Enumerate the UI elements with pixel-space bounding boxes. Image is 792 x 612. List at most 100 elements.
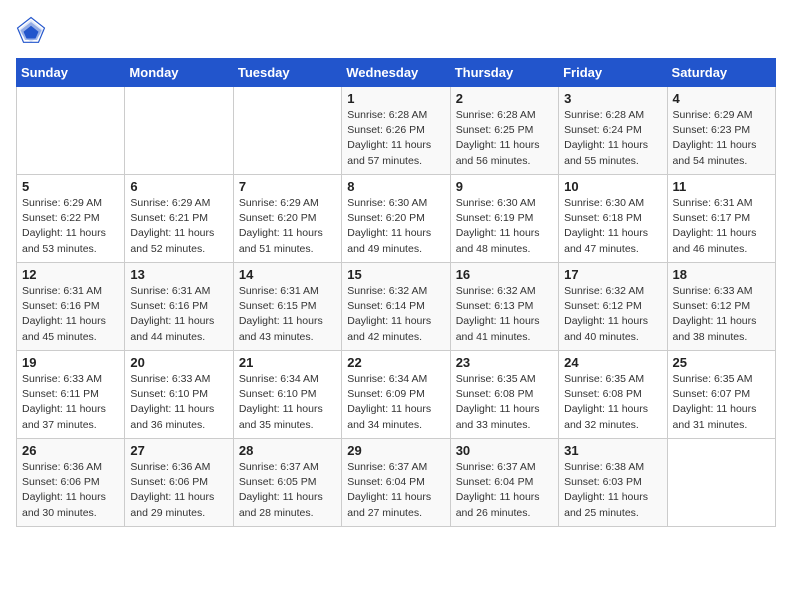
- cell-info: Sunrise: 6:38 AM Sunset: 6:03 PM Dayligh…: [564, 460, 661, 521]
- calendar-table: SundayMondayTuesdayWednesdayThursdayFrid…: [16, 58, 776, 527]
- calendar-header-row: SundayMondayTuesdayWednesdayThursdayFrid…: [17, 59, 776, 87]
- calendar-cell: 20 Sunrise: 6:33 AM Sunset: 6:10 PM Dayli…: [125, 351, 233, 439]
- calendar-cell: 8 Sunrise: 6:30 AM Sunset: 6:20 PM Daylig…: [342, 175, 450, 263]
- cell-info: Sunrise: 6:30 AM Sunset: 6:19 PM Dayligh…: [456, 196, 553, 257]
- col-header-tuesday: Tuesday: [233, 59, 341, 87]
- col-header-wednesday: Wednesday: [342, 59, 450, 87]
- cell-info: Sunrise: 6:31 AM Sunset: 6:16 PM Dayligh…: [22, 284, 119, 345]
- calendar-cell: [125, 87, 233, 175]
- day-number: 7: [239, 179, 336, 194]
- cell-info: Sunrise: 6:31 AM Sunset: 6:15 PM Dayligh…: [239, 284, 336, 345]
- day-number: 5: [22, 179, 119, 194]
- cell-info: Sunrise: 6:37 AM Sunset: 6:05 PM Dayligh…: [239, 460, 336, 521]
- calendar-cell: [17, 87, 125, 175]
- calendar-cell: 23 Sunrise: 6:35 AM Sunset: 6:08 PM Dayli…: [450, 351, 558, 439]
- day-number: 15: [347, 267, 444, 282]
- calendar-cell: 4 Sunrise: 6:29 AM Sunset: 6:23 PM Daylig…: [667, 87, 775, 175]
- day-number: 14: [239, 267, 336, 282]
- day-number: 27: [130, 443, 227, 458]
- col-header-saturday: Saturday: [667, 59, 775, 87]
- day-number: 24: [564, 355, 661, 370]
- cell-info: Sunrise: 6:30 AM Sunset: 6:18 PM Dayligh…: [564, 196, 661, 257]
- day-number: 4: [673, 91, 770, 106]
- calendar-cell: 27 Sunrise: 6:36 AM Sunset: 6:06 PM Dayli…: [125, 439, 233, 527]
- calendar-cell: [667, 439, 775, 527]
- day-number: 12: [22, 267, 119, 282]
- calendar-cell: 29Sunrise: 6:37 AM Sunset: 6:04 PM Dayli…: [342, 439, 450, 527]
- week-row-5: 26 Sunrise: 6:36 AM Sunset: 6:06 PM Dayli…: [17, 439, 776, 527]
- col-header-friday: Friday: [559, 59, 667, 87]
- day-number: 31: [564, 443, 661, 458]
- cell-info: Sunrise: 6:29 AM Sunset: 6:23 PM Dayligh…: [673, 108, 770, 169]
- calendar-cell: 14 Sunrise: 6:31 AM Sunset: 6:15 PM Dayli…: [233, 263, 341, 351]
- cell-info: Sunrise: 6:29 AM Sunset: 6:21 PM Dayligh…: [130, 196, 227, 257]
- calendar-cell: 2 Sunrise: 6:28 AM Sunset: 6:25 PM Daylig…: [450, 87, 558, 175]
- calendar-cell: 17Sunrise: 6:32 AM Sunset: 6:12 PM Dayli…: [559, 263, 667, 351]
- cell-info: Sunrise: 6:31 AM Sunset: 6:16 PM Dayligh…: [130, 284, 227, 345]
- cell-info: Sunrise: 6:33 AM Sunset: 6:10 PM Dayligh…: [130, 372, 227, 433]
- day-number: 3: [564, 91, 661, 106]
- cell-info: Sunrise: 6:37 AM Sunset: 6:04 PM Dayligh…: [347, 460, 444, 521]
- calendar-cell: 1 Sunrise: 6:28 AM Sunset: 6:26 PM Daylig…: [342, 87, 450, 175]
- cell-info: Sunrise: 6:36 AM Sunset: 6:06 PM Dayligh…: [130, 460, 227, 521]
- col-header-thursday: Thursday: [450, 59, 558, 87]
- cell-info: Sunrise: 6:34 AM Sunset: 6:10 PM Dayligh…: [239, 372, 336, 433]
- logo-icon: [16, 16, 46, 46]
- cell-info: Sunrise: 6:35 AM Sunset: 6:07 PM Dayligh…: [673, 372, 770, 433]
- calendar-cell: 6 Sunrise: 6:29 AM Sunset: 6:21 PM Daylig…: [125, 175, 233, 263]
- day-number: 11: [673, 179, 770, 194]
- week-row-4: 19Sunrise: 6:33 AM Sunset: 6:11 PM Dayli…: [17, 351, 776, 439]
- calendar-cell: 18 Sunrise: 6:33 AM Sunset: 6:12 PM Dayli…: [667, 263, 775, 351]
- day-number: 28: [239, 443, 336, 458]
- calendar-cell: 21 Sunrise: 6:34 AM Sunset: 6:10 PM Dayli…: [233, 351, 341, 439]
- page-header: [16, 16, 776, 46]
- calendar-cell: 13 Sunrise: 6:31 AM Sunset: 6:16 PM Dayli…: [125, 263, 233, 351]
- cell-info: Sunrise: 6:37 AM Sunset: 6:04 PM Dayligh…: [456, 460, 553, 521]
- cell-info: Sunrise: 6:29 AM Sunset: 6:22 PM Dayligh…: [22, 196, 119, 257]
- day-number: 13: [130, 267, 227, 282]
- cell-info: Sunrise: 6:28 AM Sunset: 6:24 PM Dayligh…: [564, 108, 661, 169]
- calendar-cell: 24 Sunrise: 6:35 AM Sunset: 6:08 PM Dayli…: [559, 351, 667, 439]
- week-row-1: 1 Sunrise: 6:28 AM Sunset: 6:26 PM Daylig…: [17, 87, 776, 175]
- calendar-cell: 12 Sunrise: 6:31 AM Sunset: 6:16 PM Dayli…: [17, 263, 125, 351]
- day-number: 20: [130, 355, 227, 370]
- calendar-cell: 5 Sunrise: 6:29 AM Sunset: 6:22 PM Daylig…: [17, 175, 125, 263]
- day-number: 23: [456, 355, 553, 370]
- col-header-monday: Monday: [125, 59, 233, 87]
- day-number: 18: [673, 267, 770, 282]
- cell-info: Sunrise: 6:36 AM Sunset: 6:06 PM Dayligh…: [22, 460, 119, 521]
- day-number: 21: [239, 355, 336, 370]
- cell-info: Sunrise: 6:30 AM Sunset: 6:20 PM Dayligh…: [347, 196, 444, 257]
- day-number: 22: [347, 355, 444, 370]
- day-number: 6: [130, 179, 227, 194]
- day-number: 30: [456, 443, 553, 458]
- calendar-cell: 22Sunrise: 6:34 AM Sunset: 6:09 PM Dayli…: [342, 351, 450, 439]
- calendar-cell: 31 Sunrise: 6:38 AM Sunset: 6:03 PM Dayli…: [559, 439, 667, 527]
- calendar-cell: 10Sunrise: 6:30 AM Sunset: 6:18 PM Dayli…: [559, 175, 667, 263]
- day-number: 25: [673, 355, 770, 370]
- cell-info: Sunrise: 6:31 AM Sunset: 6:17 PM Dayligh…: [673, 196, 770, 257]
- cell-info: Sunrise: 6:32 AM Sunset: 6:14 PM Dayligh…: [347, 284, 444, 345]
- day-number: 19: [22, 355, 119, 370]
- cell-info: Sunrise: 6:33 AM Sunset: 6:12 PM Dayligh…: [673, 284, 770, 345]
- cell-info: Sunrise: 6:35 AM Sunset: 6:08 PM Dayligh…: [456, 372, 553, 433]
- day-number: 9: [456, 179, 553, 194]
- col-header-sunday: Sunday: [17, 59, 125, 87]
- calendar-cell: 15 Sunrise: 6:32 AM Sunset: 6:14 PM Dayli…: [342, 263, 450, 351]
- calendar-cell: 28 Sunrise: 6:37 AM Sunset: 6:05 PM Dayli…: [233, 439, 341, 527]
- day-number: 2: [456, 91, 553, 106]
- cell-info: Sunrise: 6:29 AM Sunset: 6:20 PM Dayligh…: [239, 196, 336, 257]
- day-number: 1: [347, 91, 444, 106]
- cell-info: Sunrise: 6:35 AM Sunset: 6:08 PM Dayligh…: [564, 372, 661, 433]
- week-row-2: 5 Sunrise: 6:29 AM Sunset: 6:22 PM Daylig…: [17, 175, 776, 263]
- cell-info: Sunrise: 6:28 AM Sunset: 6:25 PM Dayligh…: [456, 108, 553, 169]
- logo: [16, 16, 50, 46]
- day-number: 26: [22, 443, 119, 458]
- cell-info: Sunrise: 6:32 AM Sunset: 6:12 PM Dayligh…: [564, 284, 661, 345]
- calendar-cell: 9 Sunrise: 6:30 AM Sunset: 6:19 PM Daylig…: [450, 175, 558, 263]
- calendar-cell: 26 Sunrise: 6:36 AM Sunset: 6:06 PM Dayli…: [17, 439, 125, 527]
- calendar-cell: 11 Sunrise: 6:31 AM Sunset: 6:17 PM Dayli…: [667, 175, 775, 263]
- calendar-cell: 19Sunrise: 6:33 AM Sunset: 6:11 PM Dayli…: [17, 351, 125, 439]
- cell-info: Sunrise: 6:28 AM Sunset: 6:26 PM Dayligh…: [347, 108, 444, 169]
- day-number: 8: [347, 179, 444, 194]
